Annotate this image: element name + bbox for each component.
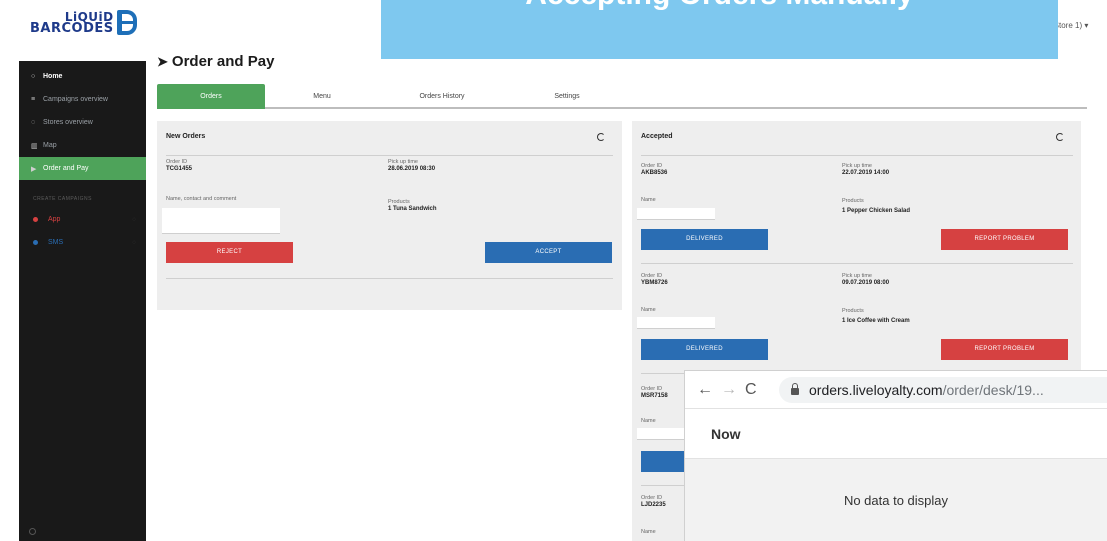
logo-line-2: BARCODES xyxy=(30,20,114,36)
products-label: Products xyxy=(842,308,864,314)
products-label: Products xyxy=(388,199,410,205)
tab-orders-history[interactable]: Orders History xyxy=(397,84,487,109)
sidebar-item-app[interactable]: App ◌ xyxy=(19,208,146,231)
sidebar-item-campaigns-overview[interactable]: ≡ Campaigns overview xyxy=(19,88,146,111)
products-value: 1 Tuna Sandwich xyxy=(388,206,437,212)
map-icon: ▥ xyxy=(31,142,38,150)
products-value: 1 Pepper Chicken Salad xyxy=(842,208,911,214)
sidebar-item-label: Order and Pay xyxy=(43,165,89,172)
name-label: Name xyxy=(641,307,656,313)
sidebar: ○ Home ≡ Campaigns overview ◌ Stores ove… xyxy=(19,61,146,541)
empty-state-text: No data to display xyxy=(843,492,949,508)
order-id-label: Order ID xyxy=(166,159,188,165)
new-orders-panel: New Orders Order ID TCG1455 Pick up time… xyxy=(157,121,622,310)
reject-button[interactable]: REJECT xyxy=(166,242,293,263)
pickup-label: Pick up time xyxy=(842,163,872,169)
name-field xyxy=(637,317,715,329)
refresh-icon[interactable] xyxy=(1056,133,1064,141)
page-title-text: Order and Pay xyxy=(171,53,275,70)
divider xyxy=(641,263,1073,264)
report-problem-button[interactable]: REPORT PROBLEM xyxy=(941,229,1068,250)
pickup-label: Pick up time xyxy=(842,273,872,279)
liquid-barcodes-logo: LiQUiD BARCODES xyxy=(30,10,137,35)
order-id-value: LJD2235 xyxy=(641,502,666,508)
logo-b-mark-icon xyxy=(116,10,137,35)
name-label: Name xyxy=(641,197,656,203)
order-id-label: Order ID xyxy=(641,386,663,392)
report-problem-button[interactable]: REPORT PROBLEM xyxy=(941,339,1068,360)
delivered-button[interactable]: DELIVERED xyxy=(641,229,768,250)
sidebar-item-stores-overview[interactable]: ◌ Stores overview xyxy=(19,111,146,134)
home-icon: ○ xyxy=(31,73,36,80)
sidebar-item-map[interactable]: ▥ Map xyxy=(19,134,146,157)
app-bullet-icon xyxy=(33,217,38,222)
delivered-button[interactable]: DELIVERED xyxy=(641,339,768,360)
tab-menu[interactable]: Menu xyxy=(287,84,357,109)
lock-icon xyxy=(791,383,799,395)
divider xyxy=(166,155,613,156)
accept-button[interactable]: ACCEPT xyxy=(485,242,612,263)
name-label: Name xyxy=(641,529,656,535)
sidebar-item-label: App xyxy=(48,216,61,223)
browser-toolbar: ← → C orders.liveloyalty.com/order/desk/… xyxy=(685,371,1107,409)
tab-settings[interactable]: Settings xyxy=(527,84,607,109)
circle-icon: ◌ xyxy=(132,216,136,223)
sidebar-item-label: Stores overview xyxy=(43,119,93,126)
sidebar-item-label: Home xyxy=(43,73,63,80)
banner-title: Accepting Orders Manually xyxy=(381,0,1058,12)
pickup-value: 28.06.2019 08:30 xyxy=(388,166,436,172)
name-contact-field[interactable] xyxy=(162,208,280,234)
back-arrow-icon[interactable]: ← xyxy=(697,381,721,399)
pickup-value: 22.07.2019 14:00 xyxy=(842,170,890,176)
page-title: ➤ Order and Pay xyxy=(157,53,274,70)
url-path: /order/desk/19... xyxy=(942,381,1044,398)
name-label: Name xyxy=(641,418,656,424)
order-id-value: TCG1455 xyxy=(166,166,193,172)
sidebar-item-label: Map xyxy=(43,142,57,149)
location-pin-icon: ◌ xyxy=(31,119,36,126)
name-field xyxy=(637,208,715,220)
sidebar-item-sms[interactable]: SMS ◌ xyxy=(19,231,146,254)
empty-state: No data to display xyxy=(685,459,1107,541)
sidebar-section-label: CREATE CAMPAIGNS xyxy=(33,196,92,202)
panel-title: Accepted xyxy=(641,133,673,140)
title-banner: Accepting Orders Manually xyxy=(381,0,1058,59)
section-title: Now xyxy=(685,409,1107,459)
panel-title: New Orders xyxy=(166,133,206,140)
reload-icon[interactable]: C xyxy=(745,381,769,399)
sidebar-item-home[interactable]: ○ Home xyxy=(19,65,146,88)
sms-bullet-icon xyxy=(33,240,38,245)
cursor-icon: ▶ xyxy=(31,165,37,173)
address-bar[interactable]: orders.liveloyalty.com/order/desk/19... xyxy=(779,376,1107,403)
order-id-value: AKB8536 xyxy=(641,170,668,176)
order-id-value: MSR7158 xyxy=(641,393,668,399)
settings-icon[interactable] xyxy=(29,528,36,535)
order-id-label: Order ID xyxy=(641,273,663,279)
divider xyxy=(166,278,613,279)
pickup-label: Pick up time xyxy=(388,159,418,165)
tab-bar: Orders Menu Orders History Settings xyxy=(157,84,1087,109)
order-id-label: Order ID xyxy=(641,495,663,501)
browser-window-overlay: ← → C orders.liveloyalty.com/order/desk/… xyxy=(684,370,1107,541)
order-id-label: Order ID xyxy=(641,163,663,169)
list-icon: ≡ xyxy=(31,96,36,103)
sidebar-item-order-and-pay[interactable]: ▶ Order and Pay xyxy=(19,157,146,180)
order-id-value: YBM8726 xyxy=(641,280,668,286)
refresh-icon[interactable] xyxy=(597,133,605,141)
name-label: Name, contact and comment xyxy=(166,196,237,202)
forward-arrow-icon[interactable]: → xyxy=(721,381,745,399)
divider xyxy=(641,155,1073,156)
circle-icon: ◌ xyxy=(132,239,136,246)
tab-orders[interactable]: Orders xyxy=(157,84,265,109)
sidebar-item-label: Campaigns overview xyxy=(43,96,108,103)
pickup-value: 09.07.2019 08:00 xyxy=(842,280,890,286)
sidebar-item-label: SMS xyxy=(48,239,64,246)
url-domain: orders.liveloyalty.com xyxy=(809,381,943,398)
products-value: 1 Ice Coffee with Cream xyxy=(842,318,910,324)
cursor-icon: ➤ xyxy=(157,53,168,69)
products-label: Products xyxy=(842,198,864,204)
